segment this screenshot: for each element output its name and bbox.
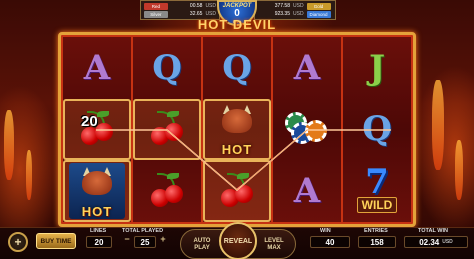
symbol-a: A (293, 171, 321, 212)
seven-glyph: 7 (365, 162, 389, 203)
jackpot-tier-value: 377.58 (274, 3, 290, 9)
lava-flow-right-2 (455, 140, 463, 200)
symbol-j: J (368, 47, 386, 88)
hot-label: HOT (81, 204, 113, 220)
symbol-a: A (293, 47, 321, 88)
lava-flow-left-2 (26, 150, 32, 200)
reel-5: J Q 7 WILD (343, 37, 411, 222)
lava-flow-right (432, 80, 444, 170)
reel-cell-winning: HOT (203, 98, 271, 161)
symbol-a: A (83, 47, 111, 88)
casino-chips-symbol (283, 112, 331, 146)
hot-label: HOT (221, 142, 253, 158)
reel-3: Q HOT (203, 37, 271, 222)
entries-label: ENTRIES (364, 228, 388, 234)
devil-hot-symbol: HOT (69, 163, 125, 220)
jackpot-tier-row: Red 00.58 USD (144, 2, 216, 10)
total-win-box: 02.34 USD (404, 236, 468, 248)
total-played-value: 25 (134, 236, 156, 248)
buy-time-button[interactable]: BUY TIME (36, 233, 76, 249)
symbol-q: Q (222, 47, 252, 88)
reel-cell-winning: HOT (63, 160, 131, 222)
plus-icon[interactable]: + (8, 232, 28, 252)
reel-cell: A (63, 37, 131, 99)
increase-bet-button[interactable]: + (158, 233, 168, 245)
reel-cell: Q (133, 37, 201, 99)
reel-2: Q (133, 37, 201, 222)
reel-cell: Q (203, 37, 271, 99)
win-value: 40 (310, 236, 350, 248)
reel-1: A 20 HOT (63, 37, 131, 222)
reel-cell-winning (133, 98, 201, 161)
jackpot-tier-value: 00.58 (189, 3, 203, 9)
jackpot-tier-gold: Gold (306, 2, 331, 10)
wild-label: WILD (356, 197, 398, 214)
reel-cell-winning: 20 (63, 98, 131, 161)
multiplier-label: 20 (81, 112, 98, 130)
symbol-q: Q (362, 109, 392, 150)
auto-play-button[interactable]: AUTO PLAY (187, 238, 217, 252)
jackpot-tier-red: Red (144, 2, 168, 10)
lines-value: 20 (86, 236, 112, 248)
devil-hot-symbol: HOT (209, 101, 265, 157)
reveal-button[interactable]: REVEAL (219, 222, 257, 259)
reel-frame: A 20 HOT Q Q HOT A A J Q 7 WILD (58, 32, 416, 227)
reel-cell: A (273, 37, 341, 99)
cherry-symbol (217, 173, 257, 209)
jackpot-tier-diamond: Diamond (306, 10, 331, 18)
lava-flow-left (4, 110, 14, 180)
reel-cell (133, 160, 201, 222)
wild-symbol: 7 WILD (349, 163, 405, 219)
jackpot-tier-currency: USD (293, 3, 304, 9)
reel-grid: A 20 HOT Q Q HOT A A J Q 7 WILD (63, 37, 411, 222)
symbol-q: Q (152, 47, 182, 88)
reel-cell-winning (203, 160, 271, 222)
lines-label: LINES (90, 228, 107, 234)
reel-4: A A (273, 37, 341, 222)
cherry-symbol (147, 173, 187, 209)
jackpot-tier-currency: USD (205, 3, 216, 9)
jackpot-tier-row: 377.58 USD Gold (258, 2, 332, 10)
reel-cell: A (273, 160, 341, 222)
reel-cell: 7 WILD (343, 160, 411, 222)
reel-cell: J (343, 37, 411, 99)
cherry-symbol (147, 111, 187, 147)
total-win-value: 02.34 (419, 237, 440, 247)
total-win-label: TOTAL WIN (418, 228, 448, 234)
total-win-currency: USD (442, 239, 453, 245)
decrease-bet-button[interactable]: − (122, 233, 132, 245)
jackpot-tier-silver: Silver (144, 10, 168, 18)
control-bar: + BUY TIME LINES 20 TOTAL PLAYED − 25 + … (0, 222, 474, 259)
reel-cell: Q (343, 99, 411, 161)
entries-value: 158 (358, 236, 396, 248)
win-label: WIN (320, 228, 331, 234)
level-max-button[interactable]: LEVEL MAX (259, 238, 289, 252)
reel-cell (273, 99, 341, 161)
